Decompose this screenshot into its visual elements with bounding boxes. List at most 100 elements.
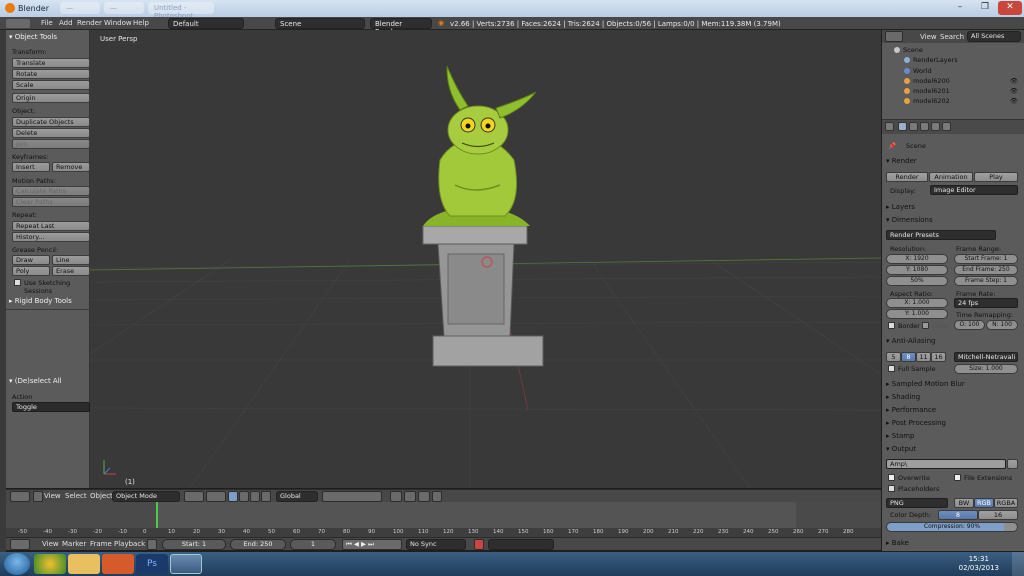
placeholders-checkbox[interactable]: [888, 485, 895, 492]
frame-rate-select[interactable]: 24 fps: [954, 298, 1018, 308]
compression-slider[interactable]: Compression: 90%: [886, 522, 1018, 532]
aa-filter-select[interactable]: Mitchell-Netravali: [954, 352, 1018, 362]
color-depth-16[interactable]: 16: [978, 510, 1018, 520]
current-frame-field[interactable]: 1: [290, 539, 336, 550]
border-checkbox[interactable]: [888, 322, 895, 329]
opengl-render-icon[interactable]: [432, 491, 442, 502]
join-button[interactable]: Join: [12, 139, 90, 149]
insert-keyframe-button[interactable]: Insert: [12, 162, 50, 172]
minimize-icon[interactable]: –: [948, 1, 972, 15]
start-frame-prop-field[interactable]: Start Frame: 1: [954, 254, 1018, 264]
start-button-icon[interactable]: [4, 553, 30, 575]
proportional-edit-icon[interactable]: [390, 491, 402, 502]
remap-new-field[interactable]: N: 100: [986, 320, 1018, 330]
render-tab-icon[interactable]: [898, 122, 907, 131]
editor-type-outliner-icon[interactable]: [885, 31, 903, 42]
current-frame-indicator[interactable]: [156, 502, 158, 529]
view-menu[interactable]: View: [44, 492, 61, 500]
menu-add[interactable]: Add: [59, 19, 73, 27]
history-button[interactable]: History...: [12, 232, 90, 242]
blender-taskbar-icon[interactable]: [170, 554, 202, 574]
motion-blur-panel-header[interactable]: Sampled Motion Blur: [886, 380, 965, 388]
visibility-eye-icon[interactable]: 👁: [1010, 97, 1018, 105]
outliner-row-model6200[interactable]: model6200 👁: [882, 76, 1024, 86]
line-button[interactable]: Line: [52, 255, 90, 265]
operator-header[interactable]: ▾ (De)select All: [9, 377, 62, 385]
repeat-last-button[interactable]: Repeat Last: [12, 221, 90, 231]
snap-element-icon[interactable]: [418, 491, 430, 502]
frame-menu[interactable]: Frame: [90, 540, 112, 548]
viewport-shading-icon[interactable]: [184, 491, 204, 502]
layers-panel-header[interactable]: Layers: [886, 203, 915, 211]
outliner-row-model6201[interactable]: model6201 👁: [882, 86, 1024, 96]
bake-panel-header[interactable]: Bake: [886, 539, 909, 547]
calculate-paths-button[interactable]: Calculate Paths: [12, 186, 90, 196]
pin-icon[interactable]: 📌: [888, 142, 896, 150]
aa-samples-11[interactable]: 11: [916, 352, 931, 362]
draw-button[interactable]: Draw: [12, 255, 50, 265]
outliner-row-world[interactable]: World: [882, 66, 1024, 76]
gargoyle-model[interactable]: [423, 65, 537, 226]
remove-keyframe-button[interactable]: Remove: [52, 162, 90, 172]
outliner-row-scene[interactable]: Scene: [882, 45, 1024, 55]
file-extensions-checkbox[interactable]: [954, 474, 961, 481]
object-tools-header[interactable]: ▾ Object Tools: [9, 33, 57, 41]
system-clock[interactable]: 15:31 02/03/2013: [959, 555, 999, 573]
show-desktop-button[interactable]: [1012, 552, 1024, 576]
performance-panel-header[interactable]: Performance: [886, 406, 936, 414]
outliner-search-menu[interactable]: Search: [940, 33, 964, 41]
maximize-icon[interactable]: ❐: [973, 1, 997, 15]
playback-menu[interactable]: Playback: [114, 540, 145, 548]
menu-help[interactable]: Help: [133, 19, 149, 27]
timeline-ruler[interactable]: -50 -40 -30 -20 -10 0 10 20 30 40 50 60 70 80 90 100 110…: [6, 528, 881, 537]
outliner-row-model6202[interactable]: model6202 👁: [882, 96, 1024, 106]
mode-select[interactable]: Object Mode: [112, 491, 180, 502]
anti-aliasing-panel-header[interactable]: Anti-Aliasing: [886, 337, 936, 345]
editor-type-icon[interactable]: [6, 19, 30, 28]
animation-button[interactable]: Animation: [929, 172, 973, 182]
clear-paths-button[interactable]: Clear Paths: [12, 197, 90, 207]
snap-toggle-icon[interactable]: [404, 491, 416, 502]
delete-button[interactable]: Delete: [12, 128, 90, 138]
resolution-y-field[interactable]: Y: 1080: [886, 265, 948, 275]
keying-set-select[interactable]: [488, 539, 554, 550]
media-player-taskbar-icon[interactable]: [102, 554, 134, 574]
display-select[interactable]: Image Editor: [930, 185, 1018, 195]
aa-samples-5[interactable]: 5: [886, 352, 901, 362]
render-panel-header[interactable]: Render: [886, 157, 917, 165]
full-sample-checkbox[interactable]: [888, 365, 895, 372]
output-panel-header[interactable]: Output: [886, 445, 916, 453]
rotate-button[interactable]: Rotate: [12, 69, 90, 79]
pedestal-model[interactable]: [422, 225, 544, 367]
outliner-row-renderlayers[interactable]: RenderLayers: [882, 55, 1024, 65]
render-presets-select[interactable]: Render Presets: [886, 230, 996, 240]
menu-render[interactable]: Render: [77, 19, 102, 27]
collapse-menu-icon[interactable]: [33, 491, 43, 502]
translate-manipulator-icon[interactable]: [239, 491, 249, 502]
poly-button[interactable]: Poly: [12, 266, 50, 276]
timeline-editor[interactable]: -50 -40 -30 -20 -10 0 10 20 30 40 50 60 70 80 90 100 110…: [6, 502, 881, 537]
select-menu[interactable]: Select: [65, 492, 87, 500]
end-frame-prop-field[interactable]: End Frame: 250: [954, 265, 1018, 275]
photoshop-taskbar-icon[interactable]: Ps: [136, 554, 168, 574]
outliner-filter-select[interactable]: All Scenes: [967, 31, 1021, 42]
chrome-taskbar-icon[interactable]: [34, 554, 66, 574]
erase-button[interactable]: Erase: [52, 266, 90, 276]
file-format-select[interactable]: PNG: [886, 498, 948, 508]
aa-samples-16[interactable]: 16: [931, 352, 946, 362]
aspect-y-field[interactable]: Y: 1.000: [886, 309, 948, 319]
layer-buttons[interactable]: [322, 491, 382, 502]
timeline-view-menu[interactable]: View: [42, 540, 59, 548]
close-icon[interactable]: ✕: [998, 1, 1022, 15]
scale-button[interactable]: Scale: [12, 80, 90, 90]
output-browse-icon[interactable]: [1007, 459, 1018, 469]
color-mode-rgba[interactable]: RGBA: [994, 498, 1018, 508]
timeline-track[interactable]: [6, 502, 881, 529]
dimensions-panel-header[interactable]: Dimensions: [886, 216, 933, 224]
play-button[interactable]: Play: [974, 172, 1018, 182]
menu-window[interactable]: Window: [104, 19, 132, 27]
aspect-x-field[interactable]: X: 1.000: [886, 298, 948, 308]
menu-file[interactable]: File: [41, 19, 53, 27]
scene-select[interactable]: Scene: [275, 18, 365, 29]
object-menu[interactable]: Object: [90, 492, 113, 500]
